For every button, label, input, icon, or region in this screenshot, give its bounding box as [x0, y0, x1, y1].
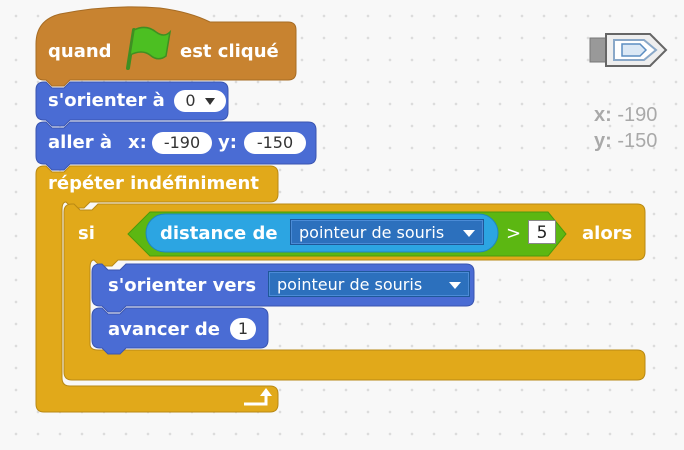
threshold-input[interactable]: 5: [528, 220, 556, 244]
go-to-label: aller à: [48, 132, 112, 153]
move-steps-input[interactable]: 1: [230, 318, 256, 340]
boat-sprite-icon: [589, 33, 668, 67]
sprite-x-readout: x: -190: [594, 104, 657, 127]
forever-label: répéter indéfiniment: [48, 173, 259, 194]
sprite-x-label: x:: [594, 104, 612, 126]
point-direction-label: s'orienter à: [48, 90, 165, 111]
point-towards-label: s'orienter vers: [108, 275, 257, 296]
chevron-down-icon: [463, 230, 475, 237]
distance-target-dropdown[interactable]: pointeur de souris: [290, 219, 484, 245]
sprite-y-readout: y: -150: [594, 130, 657, 153]
distance-target-value: pointeur de souris: [299, 223, 445, 242]
hat-when-label: quand: [48, 41, 112, 62]
move-label: avancer de: [108, 319, 220, 340]
chevron-down-icon: [449, 282, 461, 289]
chevron-down-icon: [204, 98, 215, 105]
go-to-y-input[interactable]: -150: [244, 132, 306, 154]
then-label: alors: [582, 223, 633, 244]
go-to-y-label: y:: [218, 132, 237, 153]
sprite-y-label: y:: [594, 130, 612, 152]
sprite-y-value: -150: [617, 130, 658, 152]
go-to-x-label: x:: [128, 132, 147, 153]
direction-value: 0: [185, 91, 196, 110]
greater-than-label: >: [506, 223, 522, 244]
hat-clicked-label: est cliqué: [180, 41, 279, 62]
sprite-x-value: -190: [617, 104, 658, 126]
point-towards-dropdown[interactable]: pointeur de souris: [268, 271, 470, 297]
direction-dropdown[interactable]: 0: [174, 90, 226, 112]
distance-label: distance de: [160, 223, 278, 244]
point-towards-value: pointeur de souris: [277, 275, 423, 294]
go-to-x-input[interactable]: -190: [152, 132, 212, 154]
if-label: si: [78, 223, 95, 244]
